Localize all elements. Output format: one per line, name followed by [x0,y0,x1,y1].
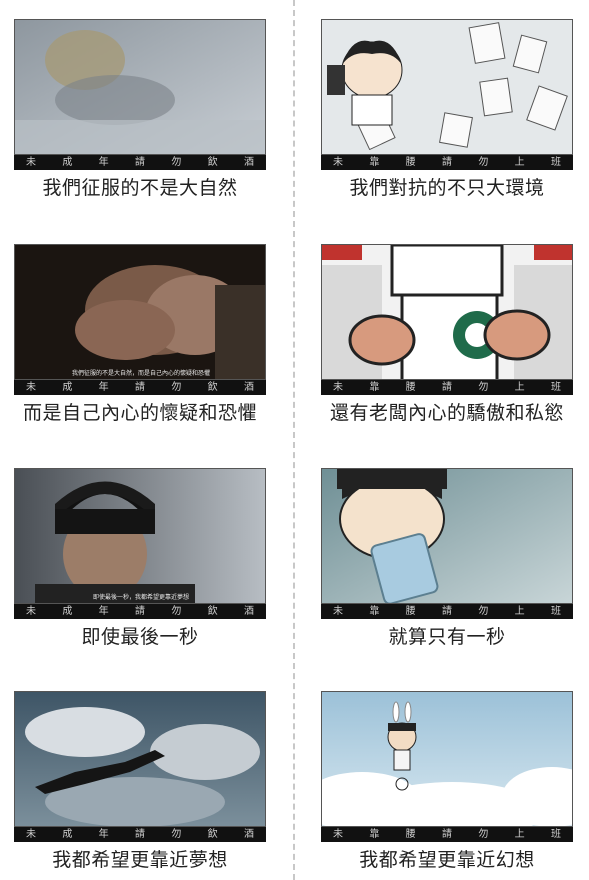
warning-bar: 未成年請勿飲酒 [14,604,266,619]
panel-caption: 我都希望更靠近幻想 [359,849,535,871]
warning-char: 上 [514,157,525,168]
warning-bar: 未成年請勿飲酒 [14,380,266,395]
warning-char: 成 [62,829,73,840]
warning-char: 未 [333,606,343,617]
warning-bar: 未成年請勿飲酒 [14,827,266,842]
panel-caption: 還有老闆內心的驕傲和私慾 [329,402,564,424]
warning-char: 靠 [369,829,380,840]
warning-char: 班 [550,829,561,840]
warning-char: 飲 [207,382,218,393]
warning-char: 未 [26,157,36,168]
warning-char: 未 [333,157,343,168]
warning-char: 腰 [405,382,416,393]
panel-caption: 我都希望更靠近夢想 [52,849,228,871]
warning-char: 靠 [369,382,380,393]
panel-image-cartoon-papers [321,19,573,155]
warning-char: 勿 [478,157,489,168]
warning-char: 勿 [171,829,182,840]
warning-char: 未 [26,606,36,617]
warning-char: 腰 [405,157,416,168]
warning-char: 未 [333,829,343,840]
warning-char: 勿 [171,606,182,617]
warning-char: 勿 [478,606,489,617]
warning-bar: 未成年請勿飲酒 [14,155,266,170]
warning-char: 飲 [207,606,218,617]
warning-char: 上 [514,606,525,617]
warning-char: 飲 [207,157,218,168]
panel-image-man-beanie: 即使最後一秒，我都希望更靠近夢想 [14,468,266,604]
panel-image-cartoon-bunny-cloud [321,691,573,827]
warning-char: 班 [550,606,561,617]
warning-char: 腰 [405,829,416,840]
panel-image-floating-man-clouds [14,691,266,827]
video-subtitle: 即使最後一秒，我都希望更靠近夢想 [92,594,189,601]
warning-char: 年 [98,606,109,617]
warning-char: 請 [134,606,145,617]
warning-char: 勿 [478,382,489,393]
warning-char: 班 [550,157,561,168]
warning-char: 請 [134,157,145,168]
video-subtitle: 我們征服的不是大自然，而是自己內心的懷疑和恐懼 [71,370,210,377]
warning-char: 上 [514,829,525,840]
panel-image-cartoon-cup [321,244,573,380]
warning-char: 成 [62,606,73,617]
panel-caption: 我們對抗的不只大環境 [349,177,545,199]
warning-char: 請 [441,829,452,840]
warning-char: 成 [62,157,73,168]
warning-char: 靠 [369,606,380,617]
warning-char: 未 [333,382,343,393]
warning-char: 上 [514,382,525,393]
warning-bar: 未靠腰請勿上班 [321,380,573,395]
warning-bar: 未靠腰請勿上班 [321,155,573,170]
warning-char: 腰 [405,606,416,617]
warning-char: 靠 [369,157,380,168]
warning-char: 成 [62,382,73,393]
panel-image-snow-climber [14,19,266,155]
warning-char: 飲 [207,829,218,840]
center-divider [293,0,295,880]
warning-char: 未 [26,382,36,393]
warning-char: 請 [134,382,145,393]
warning-char: 未 [26,829,36,840]
warning-char: 請 [441,606,452,617]
warning-char: 年 [98,157,109,168]
warning-char: 年 [98,829,109,840]
warning-char: 酒 [243,606,254,617]
panel-image-hands-cup: 我們征服的不是大自然，而是自己內心的懷疑和恐懼 [14,244,266,380]
warning-char: 酒 [243,829,254,840]
panel-caption: 即使最後一秒 [81,626,199,648]
warning-char: 勿 [478,829,489,840]
warning-char: 酒 [243,157,254,168]
panel-image-cartoon-bottle [321,468,573,604]
warning-char: 勿 [171,382,182,393]
warning-char: 請 [441,382,452,393]
panel-caption: 我們征服的不是大自然 [42,177,238,199]
warning-char: 班 [550,382,561,393]
warning-char: 請 [134,829,145,840]
panel-caption: 就算只有一秒 [388,626,506,648]
warning-char: 年 [98,382,109,393]
warning-char: 酒 [243,382,254,393]
warning-char: 請 [441,157,452,168]
panel-caption: 而是自己內心的懷疑和恐懼 [22,402,257,424]
warning-char: 勿 [171,157,182,168]
warning-bar: 未靠腰請勿上班 [321,827,573,842]
warning-bar: 未靠腰請勿上班 [321,604,573,619]
